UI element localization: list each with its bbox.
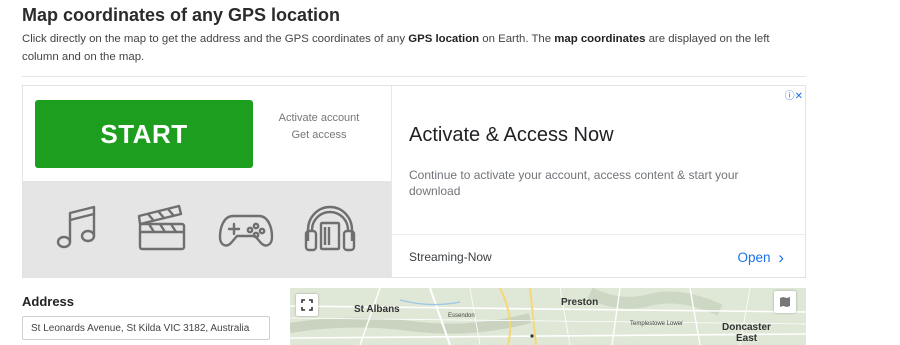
start-button[interactable]: START <box>35 100 253 168</box>
address-input[interactable] <box>22 316 270 340</box>
intro-text: Click directly on the map to get the add… <box>22 33 770 63</box>
chevron-right-icon: › <box>778 248 784 267</box>
headphones-icon <box>304 205 356 252</box>
map-label-essendon: Essendon <box>448 313 475 319</box>
ad-open-label: Open <box>737 250 771 265</box>
ad-footer: Streaming-Now Open › <box>392 234 806 277</box>
page-title: Map coordinates of any GPS location <box>22 5 341 25</box>
map-label-doncaster: Doncaster <box>722 322 771 333</box>
ad-source: Streaming-Now <box>409 250 492 264</box>
map-label-templestowe: Templestowe Lower <box>630 321 684 327</box>
map-view[interactable]: St Albans Essendon Preston Templestowe L… <box>290 288 806 345</box>
ad-headline[interactable]: Activate & Access Now <box>409 124 614 147</box>
activate-account-link[interactable]: Activate account <box>269 110 369 127</box>
ad-open-button[interactable]: Open › <box>738 247 784 267</box>
clapperboard-icon <box>137 204 186 251</box>
map-label-preston: Preston <box>561 297 599 308</box>
get-access-link[interactable]: Get access <box>269 127 369 144</box>
ad-left-panel[interactable]: START Activate account Get access <box>23 86 391 277</box>
ad-icon-panel <box>23 181 391 277</box>
gamepad-icon <box>218 214 274 247</box>
ad-right-panel[interactable]: ⓘ✕ Activate & Access Now Continue to act… <box>391 86 806 277</box>
advertisement[interactable]: START Activate account Get access ⓘ✕ Act… <box>22 85 806 278</box>
map-label-east: East <box>736 333 758 344</box>
map-roads <box>290 288 806 345</box>
ad-top-panel: START Activate account Get access <box>23 86 391 181</box>
adchoices-icon[interactable]: ⓘ✕ <box>785 87 803 102</box>
fullscreen-icon[interactable] <box>296 294 318 316</box>
address-label: Address <box>22 294 75 309</box>
music-note-icon <box>56 205 96 249</box>
map-layers-icon[interactable] <box>774 291 796 313</box>
ad-description[interactable]: Continue to activate your account, acces… <box>409 167 779 199</box>
ad-side-text[interactable]: Activate account Get access <box>269 110 369 144</box>
map-label-st-albans: St Albans <box>354 304 400 315</box>
divider <box>22 76 806 77</box>
